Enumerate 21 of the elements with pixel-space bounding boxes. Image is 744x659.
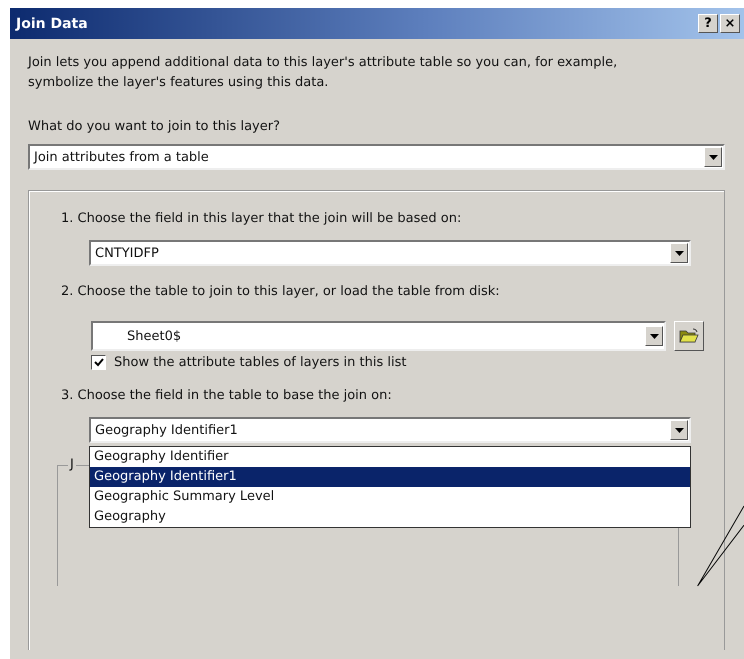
join-type-combo[interactable]: Join attributes from a table xyxy=(28,144,725,170)
close-button[interactable]: × xyxy=(720,14,740,33)
dropdown-option[interactable]: Geography Identifier1 xyxy=(90,467,690,487)
step-label: 1. Choose the field in this layer that the join will be based on: xyxy=(61,211,462,226)
field-combo[interactable]: Geography Identifier1 xyxy=(89,417,691,443)
open-folder-button[interactable] xyxy=(674,321,704,351)
intro-text: Join lets you append additional data to this layer's attribute table so you can, for example, symbolize the layer's features using this data. xyxy=(28,54,618,92)
checkbox-label: Show the attribute tables of layers in this list xyxy=(114,355,406,370)
field-combo[interactable]: CNTYIDFP xyxy=(89,240,691,266)
folder-icon xyxy=(679,328,699,344)
checkbox[interactable] xyxy=(91,355,106,370)
step-label: 3. Choose the field in the table to base the join on: xyxy=(61,388,393,403)
dropdown-option[interactable]: Geography xyxy=(90,507,690,527)
help-button[interactable]: ? xyxy=(698,14,718,33)
table-combo[interactable]: Sheet0$ xyxy=(91,321,666,351)
join-question-label: What do you want to join to this layer? xyxy=(28,119,281,134)
dropdown-option[interactable]: Geography Identifier xyxy=(90,447,690,467)
dropdown-option[interactable]: Geographic Summary Level xyxy=(90,487,690,507)
group-label: J xyxy=(68,457,76,472)
step-label: 2. Choose the table to join to this layer, or load the table from disk: xyxy=(61,284,501,299)
window-title: Join Data xyxy=(16,16,88,32)
